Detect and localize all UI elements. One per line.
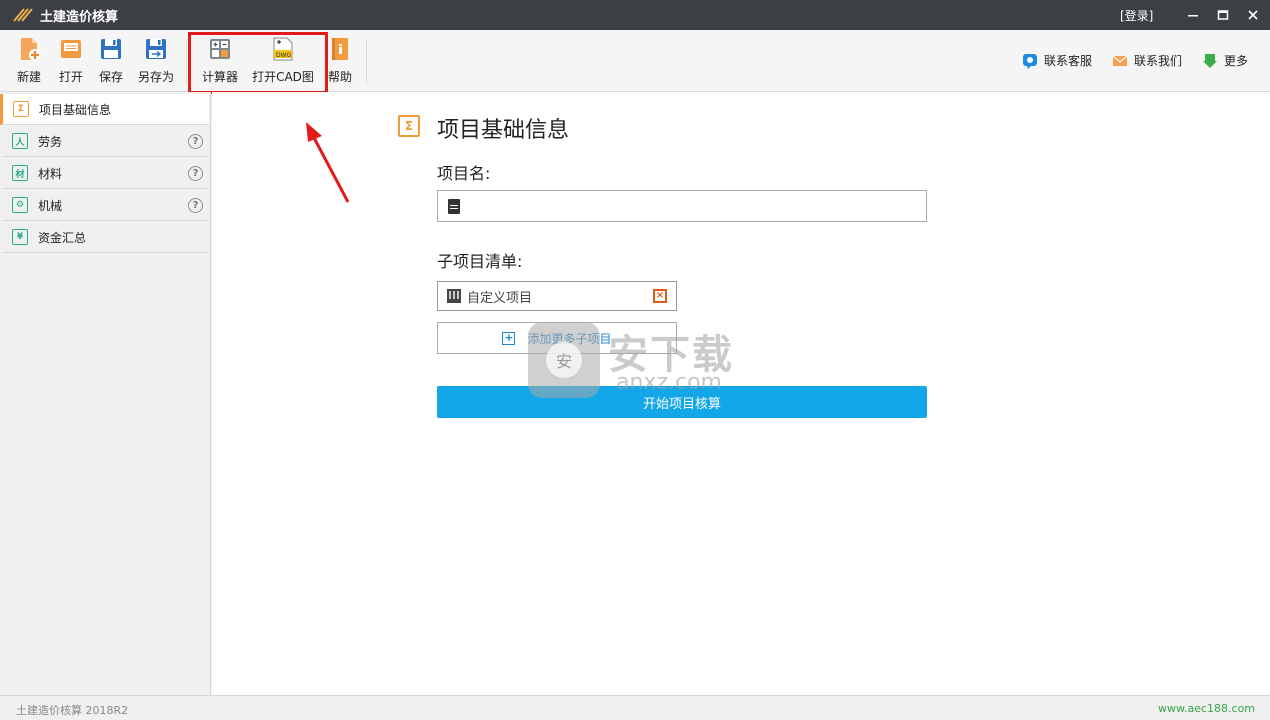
page-title: 项目基础信息: [437, 118, 570, 143]
minimize-button[interactable]: [1178, 0, 1208, 30]
material-icon: 材: [12, 165, 28, 181]
mail-icon: [1112, 53, 1128, 69]
new-label: 新建: [16, 70, 41, 84]
open-cad-label: 打开CAD图: [252, 70, 314, 84]
sidebar-item-funds-summary[interactable]: ¥ 资金汇总: [2, 222, 209, 253]
app-title: 土建造价核算: [40, 9, 119, 25]
person-icon: 人: [12, 133, 28, 149]
calculator-label: 计算器: [201, 70, 238, 84]
project-name-label: 项目名:: [437, 164, 491, 183]
sidebar: Σ 项目基础信息 人 劳务 ? 材 材料 ? ⚙ 机械 ? ¥ 资金汇总: [0, 92, 211, 695]
help-icon[interactable]: ?: [188, 133, 203, 149]
start-calculation-button[interactable]: 开始项目核算: [437, 386, 927, 418]
help-icon[interactable]: ?: [188, 197, 203, 213]
contact-us-label: 联系我们: [1134, 54, 1183, 68]
login-link[interactable]: [登录]: [1120, 7, 1153, 24]
add-subitem-button[interactable]: + 添加更多子项目: [437, 322, 677, 354]
toolbar: 新建 打开 保存 另存为 计算器 DWG 打开CAD图 帮助 联系客服 联系我们…: [0, 30, 1270, 92]
remove-subitem-icon[interactable]: ×: [653, 289, 667, 303]
open-cad-button[interactable]: DWG 打开CAD图: [252, 36, 314, 85]
sidebar-item-label: 劳务: [38, 134, 63, 149]
app-logo-icon: [12, 7, 34, 23]
subitems-label: 子项目清单:: [437, 252, 523, 271]
website-link[interactable]: www.aec188.com: [1158, 702, 1255, 715]
sidebar-item-label: 材料: [38, 166, 63, 181]
save-button[interactable]: 保存: [96, 36, 126, 85]
folder-open-icon: [58, 36, 84, 62]
help-label: 帮助: [327, 70, 352, 84]
calculator-button[interactable]: 计算器: [200, 36, 240, 85]
new-button[interactable]: 新建: [14, 36, 44, 85]
document-icon: [448, 199, 460, 214]
sigma-icon: Σ: [13, 101, 29, 117]
subitem-row[interactable]: 自定义项目 ×: [437, 281, 677, 311]
save-label: 保存: [98, 70, 123, 84]
toolbar-separator: [186, 40, 187, 84]
sidebar-item-machinery[interactable]: ⚙ 机械 ?: [2, 190, 209, 221]
sidebar-item-labor[interactable]: 人 劳务 ?: [2, 126, 209, 157]
toolbar-separator: [366, 40, 367, 84]
sidebar-item-materials[interactable]: 材 材料 ?: [2, 158, 209, 189]
down-arrow-icon: [1202, 53, 1218, 69]
sidebar-item-label: 机械: [38, 198, 63, 213]
dwg-icon-text: DWG: [276, 52, 292, 59]
version-text: 土建造价核算 2018R2: [16, 704, 129, 717]
maximize-icon: [1217, 10, 1229, 20]
money-icon: ¥: [12, 229, 28, 245]
help-icon[interactable]: ?: [188, 165, 203, 181]
new-file-icon: [16, 36, 42, 62]
save-icon: [98, 36, 124, 62]
save-as-icon: [143, 36, 169, 62]
subitem-label: 自定义项目: [467, 290, 533, 306]
contact-us-link[interactable]: 联系我们: [1112, 52, 1182, 69]
sidebar-item-label: 项目基础信息: [39, 102, 112, 117]
sidebar-item-label: 资金汇总: [38, 230, 87, 245]
open-label: 打开: [58, 70, 83, 84]
chat-bubble-icon: [1022, 53, 1038, 69]
status-bar: 土建造价核算 2018R2 www.aec188.com: [0, 695, 1270, 720]
close-icon: [1248, 10, 1258, 20]
sidebar-item-project-info[interactable]: Σ 项目基础信息: [0, 94, 209, 125]
save-as-label: 另存为: [137, 70, 174, 84]
add-subitem-label: 添加更多子项目: [527, 331, 612, 346]
contact-service-link[interactable]: 联系客服: [1022, 52, 1092, 69]
more-label: 更多: [1224, 54, 1249, 68]
dwg-file-icon: DWG: [270, 36, 296, 62]
save-as-button[interactable]: 另存为: [136, 36, 176, 85]
main-panel: Σ 项目基础信息 项目名: 子项目清单: 自定义项目 × + 添加更多子项目 开…: [212, 92, 1270, 695]
help-button[interactable]: 帮助: [325, 36, 355, 85]
open-button[interactable]: 打开: [56, 36, 86, 85]
plus-icon: +: [502, 330, 516, 345]
more-link[interactable]: 更多: [1202, 52, 1248, 69]
gear-icon: ⚙: [12, 197, 28, 213]
building-icon: [447, 289, 461, 303]
project-name-input[interactable]: [437, 190, 927, 222]
calculator-icon: [207, 36, 233, 62]
sigma-icon: Σ: [398, 115, 420, 137]
maximize-button[interactable]: [1208, 0, 1238, 30]
minimize-icon: [1188, 15, 1198, 17]
help-book-icon: [327, 36, 353, 62]
contact-service-label: 联系客服: [1044, 54, 1093, 68]
title-bar: 土建造价核算 [登录]: [0, 0, 1270, 30]
close-button[interactable]: [1238, 0, 1268, 30]
